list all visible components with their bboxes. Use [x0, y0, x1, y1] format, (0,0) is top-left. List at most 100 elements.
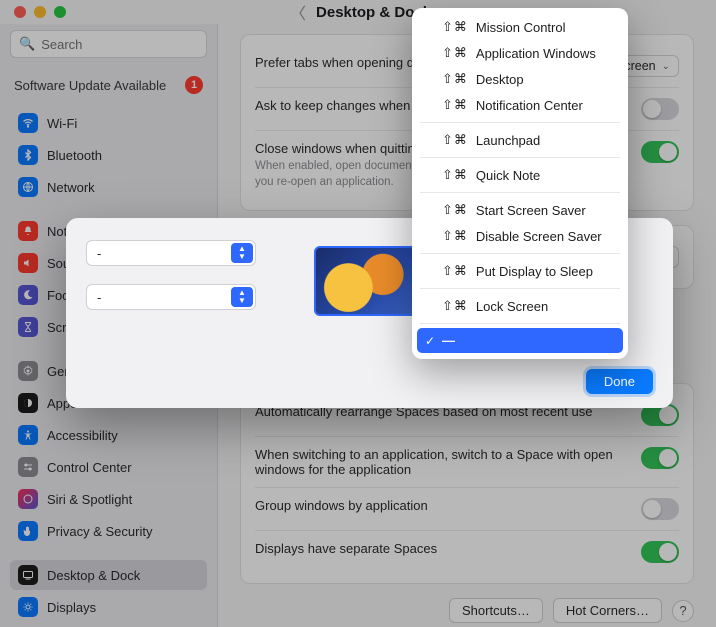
menu-item-label: Put Display to Sleep — [476, 264, 593, 279]
screen-preview — [314, 246, 426, 316]
menu-item-notification-center[interactable]: ⇧⌘ Notification Center — [412, 92, 628, 118]
sound-icon — [18, 253, 38, 273]
menu-item-label: — — [442, 333, 455, 348]
switch-space-switch[interactable] — [641, 447, 679, 469]
bluetooth-icon — [18, 145, 38, 165]
shortcut-keys: ⇧⌘ — [442, 132, 468, 148]
sidebar-item-label: Wi-Fi — [47, 116, 77, 131]
window-traffic-lights — [14, 6, 66, 18]
close-window-button[interactable] — [14, 6, 26, 18]
group-windows-switch[interactable] — [641, 498, 679, 520]
appearance-icon — [18, 393, 38, 413]
menu-item-lock-screen[interactable]: ⇧⌘ Lock Screen — [412, 293, 628, 319]
search-input[interactable] — [41, 37, 217, 52]
menu-item-none[interactable]: — — [417, 328, 623, 353]
sidebar-item-displays[interactable]: Displays — [10, 592, 207, 622]
menu-item-label: Desktop — [476, 72, 524, 87]
software-update-row[interactable]: Software Update Available 1 — [10, 70, 207, 106]
zoom-window-button[interactable] — [54, 6, 66, 18]
sidebar-item-privacy-security[interactable]: Privacy & Security — [10, 516, 207, 546]
close-windows-switch[interactable] — [641, 141, 679, 163]
shortcuts-button[interactable]: Shortcuts… — [449, 598, 543, 623]
menu-item-quick-note[interactable]: ⇧⌘ Quick Note — [412, 162, 628, 188]
menu-separator — [420, 122, 620, 123]
minimize-window-button[interactable] — [34, 6, 46, 18]
separate-spaces-label: Displays have separate Spaces — [255, 541, 627, 556]
displays-icon — [18, 597, 38, 617]
sidebar-item-desktop-dock[interactable]: Desktop & Dock — [10, 560, 207, 590]
menu-item-label: Lock Screen — [476, 299, 548, 314]
corner-bottom-left-value: - — [97, 290, 101, 305]
sidebar-item-label: Accessibility — [47, 428, 118, 443]
shortcut-keys: ⇧⌘ — [442, 71, 468, 87]
menu-separator — [420, 253, 620, 254]
sliders-icon — [18, 457, 38, 477]
software-update-label: Software Update Available — [14, 78, 166, 93]
sidebar-item-bluetooth[interactable]: Bluetooth — [10, 140, 207, 170]
menu-separator — [420, 288, 620, 289]
menu-item-mission-control[interactable]: ⇧⌘ Mission Control — [412, 14, 628, 40]
menu-item-launchpad[interactable]: ⇧⌘ Launchpad — [412, 127, 628, 153]
sidebar-item-label: Network — [47, 180, 95, 195]
shortcut-keys: ⇧⌘ — [442, 97, 468, 113]
focus-icon — [18, 285, 38, 305]
menu-item-label: Notification Center — [476, 98, 583, 113]
accessibility-icon — [18, 425, 38, 445]
menu-item-label: Launchpad — [476, 133, 540, 148]
update-badge: 1 — [185, 76, 203, 94]
corner-top-left-combo[interactable]: - ▲▼ — [86, 240, 256, 266]
sidebar-item-label: Bluetooth — [47, 148, 102, 163]
menu-item-start-screen-saver[interactable]: ⇧⌘ Start Screen Saver — [412, 197, 628, 223]
sidebar-item-label: Control Center — [47, 460, 132, 475]
menu-item-desktop[interactable]: ⇧⌘ Desktop — [412, 66, 628, 92]
siri-icon — [18, 489, 38, 509]
chevrons-icon: ⌄ — [662, 61, 670, 72]
sidebar-item-label: Desktop & Dock — [47, 568, 140, 583]
back-button[interactable]: 〈 — [290, 0, 306, 24]
group-windows-label: Group windows by application — [255, 498, 627, 513]
menu-item-label: Application Windows — [476, 46, 596, 61]
menu-separator — [420, 157, 620, 158]
sidebar-item-label: Privacy & Security — [47, 524, 152, 539]
bell-icon — [18, 221, 38, 241]
sidebar-item-accessibility[interactable]: Accessibility — [10, 420, 207, 450]
sidebar-item-label: Siri & Spotlight — [47, 492, 132, 507]
menu-item-disable-screen-saver[interactable]: ⇧⌘ Disable Screen Saver — [412, 223, 628, 249]
menu-item-label: Quick Note — [476, 168, 540, 183]
corner-bottom-left-combo[interactable]: - ▲▼ — [86, 284, 256, 310]
corner-action-menu: ⇧⌘ Mission Control ⇧⌘ Application Window… — [412, 8, 628, 359]
network-icon — [18, 177, 38, 197]
hot-corners-button[interactable]: Hot Corners… — [553, 598, 662, 623]
corner-top-left-value: - — [97, 246, 101, 261]
combo-stepper-icon: ▲▼ — [231, 287, 253, 307]
ask-keep-changes-switch[interactable] — [641, 98, 679, 120]
shortcut-keys: ⇧⌘ — [442, 167, 468, 183]
shortcut-keys: ⇧⌘ — [442, 202, 468, 218]
combo-stepper-icon: ▲▼ — [231, 243, 253, 263]
sidebar-item-control-center[interactable]: Control Center — [10, 452, 207, 482]
sidebar-item-wifi[interactable]: Wi-Fi — [10, 108, 207, 138]
sidebar-item-network[interactable]: Network — [10, 172, 207, 202]
shortcut-keys: ⇧⌘ — [442, 263, 468, 279]
menu-item-label: Start Screen Saver — [476, 203, 586, 218]
wifi-icon — [18, 113, 38, 133]
menu-separator — [420, 323, 620, 324]
gear-icon — [18, 361, 38, 381]
search-field[interactable]: 🔍 — [10, 30, 207, 58]
shortcut-keys: ⇧⌘ — [442, 228, 468, 244]
dock-icon — [18, 565, 38, 585]
menu-item-app-windows[interactable]: ⇧⌘ Application Windows — [412, 40, 628, 66]
menu-item-sleep-display[interactable]: ⇧⌘ Put Display to Sleep — [412, 258, 628, 284]
menu-item-label: Disable Screen Saver — [476, 229, 602, 244]
shortcut-keys: ⇧⌘ — [442, 298, 468, 314]
menu-item-label: Mission Control — [476, 20, 566, 35]
hand-icon — [18, 521, 38, 541]
switch-space-label: When switching to an application, switch… — [255, 447, 627, 477]
done-button[interactable]: Done — [586, 369, 653, 394]
help-button[interactable]: ? — [672, 600, 694, 622]
separate-spaces-switch[interactable] — [641, 541, 679, 563]
mission-control-card: Automatically rearrange Spaces based on … — [240, 383, 694, 584]
shortcut-keys: ⇧⌘ — [442, 19, 468, 35]
hourglass-icon — [18, 317, 38, 337]
sidebar-item-siri-spotlight[interactable]: Siri & Spotlight — [10, 484, 207, 514]
